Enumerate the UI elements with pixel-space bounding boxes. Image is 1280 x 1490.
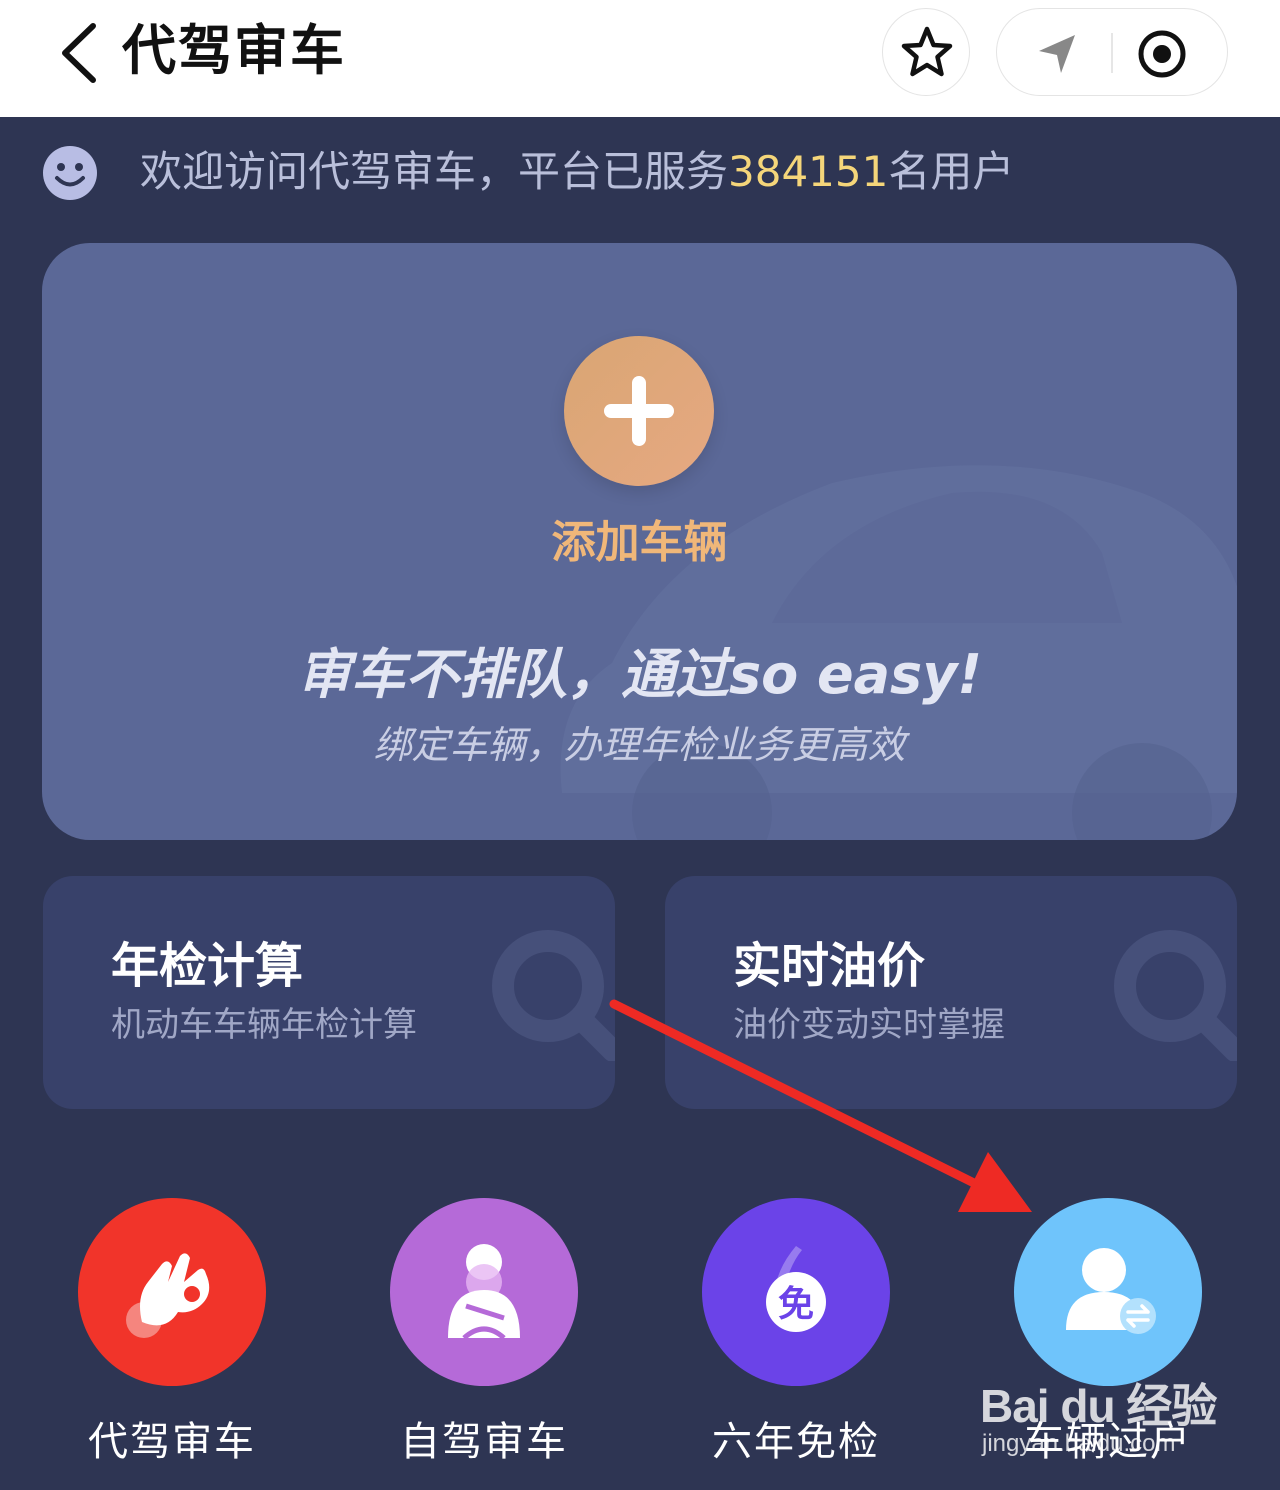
welcome-banner: 欢迎访问代驾审车，平台已服务384151名用户 (42, 142, 1242, 202)
close-mini-program-button[interactable] (1137, 29, 1187, 79)
ok-hand-icon (126, 1253, 210, 1338)
favorite-button[interactable] (882, 8, 970, 96)
add-vehicle-button[interactable] (564, 336, 714, 486)
top-navigation-bar: 代驾审车 (0, 0, 1280, 117)
service-label: 代驾审车 (88, 1419, 256, 1465)
tool-title: 年检计算 (111, 938, 304, 994)
plus-icon (604, 376, 674, 446)
service-icon-circle: 免 (702, 1198, 890, 1386)
page-title: 代驾审车 (122, 19, 346, 82)
record-circle-icon (1138, 30, 1186, 78)
annotation-arrow-icon (609, 999, 1032, 1212)
service-icon-circle (390, 1198, 578, 1386)
welcome-suffix: 名用户 (888, 147, 1015, 196)
inspection-calculator-card[interactable]: 年检计算 机动车车辆年检计算 (43, 876, 615, 1109)
service-self-drive-inspection[interactable]: 自驾审车 (364, 1198, 604, 1478)
slogan-subtitle: 绑定车辆，办理年检业务更高效 (373, 723, 906, 767)
menu-capsule (996, 8, 1228, 96)
tool-title: 实时油价 (733, 938, 926, 994)
smile-icon (43, 146, 97, 200)
location-arrow-icon (1039, 35, 1075, 73)
service-icon-circle (78, 1198, 266, 1386)
watermark-url: jingyan.baidu.com (982, 1430, 1176, 1457)
magnifier-icon (1114, 930, 1237, 1061)
back-button[interactable] (55, 18, 105, 88)
service-designated-inspection[interactable]: 代驾审车 (52, 1198, 292, 1478)
welcome-prefix: 欢迎访问代驾审车，平台已服务 (140, 147, 729, 196)
add-vehicle-card[interactable]: 添加车辆 审车不排队，通过so easy! 绑定车辆，办理年检业务更高效 (42, 243, 1237, 840)
transfer-user-icon (1066, 1248, 1156, 1334)
service-six-year-exempt[interactable]: 免 六年免检 (676, 1198, 916, 1478)
star-icon (901, 26, 953, 77)
add-vehicle-label: 添加车辆 (551, 517, 728, 568)
welcome-text: 欢迎访问代驾审车，平台已服务384151名用户 (140, 142, 1014, 202)
magnifier-icon (492, 930, 615, 1061)
slogan: 审车不排队，通过so easy! (296, 643, 983, 706)
driver-icon (448, 1244, 520, 1340)
capsule-divider (1111, 33, 1113, 73)
svg-text:免: 免 (778, 1284, 814, 1325)
service-label: 自驾审车 (400, 1419, 568, 1465)
chevron-left-icon (62, 23, 96, 83)
tool-subtitle: 机动车车辆年检计算 (111, 1005, 417, 1045)
baidu-jingyan-watermark: Bai du 经验 jingyan.baidu.com (980, 1350, 1220, 1470)
six-year-exempt-icon: 免 (766, 1246, 826, 1332)
location-button[interactable] (1033, 29, 1081, 77)
service-label: 六年免检 (712, 1419, 880, 1465)
user-count: 384151 (728, 147, 889, 196)
watermark-logo: Bai du 经验 (980, 1380, 1217, 1432)
